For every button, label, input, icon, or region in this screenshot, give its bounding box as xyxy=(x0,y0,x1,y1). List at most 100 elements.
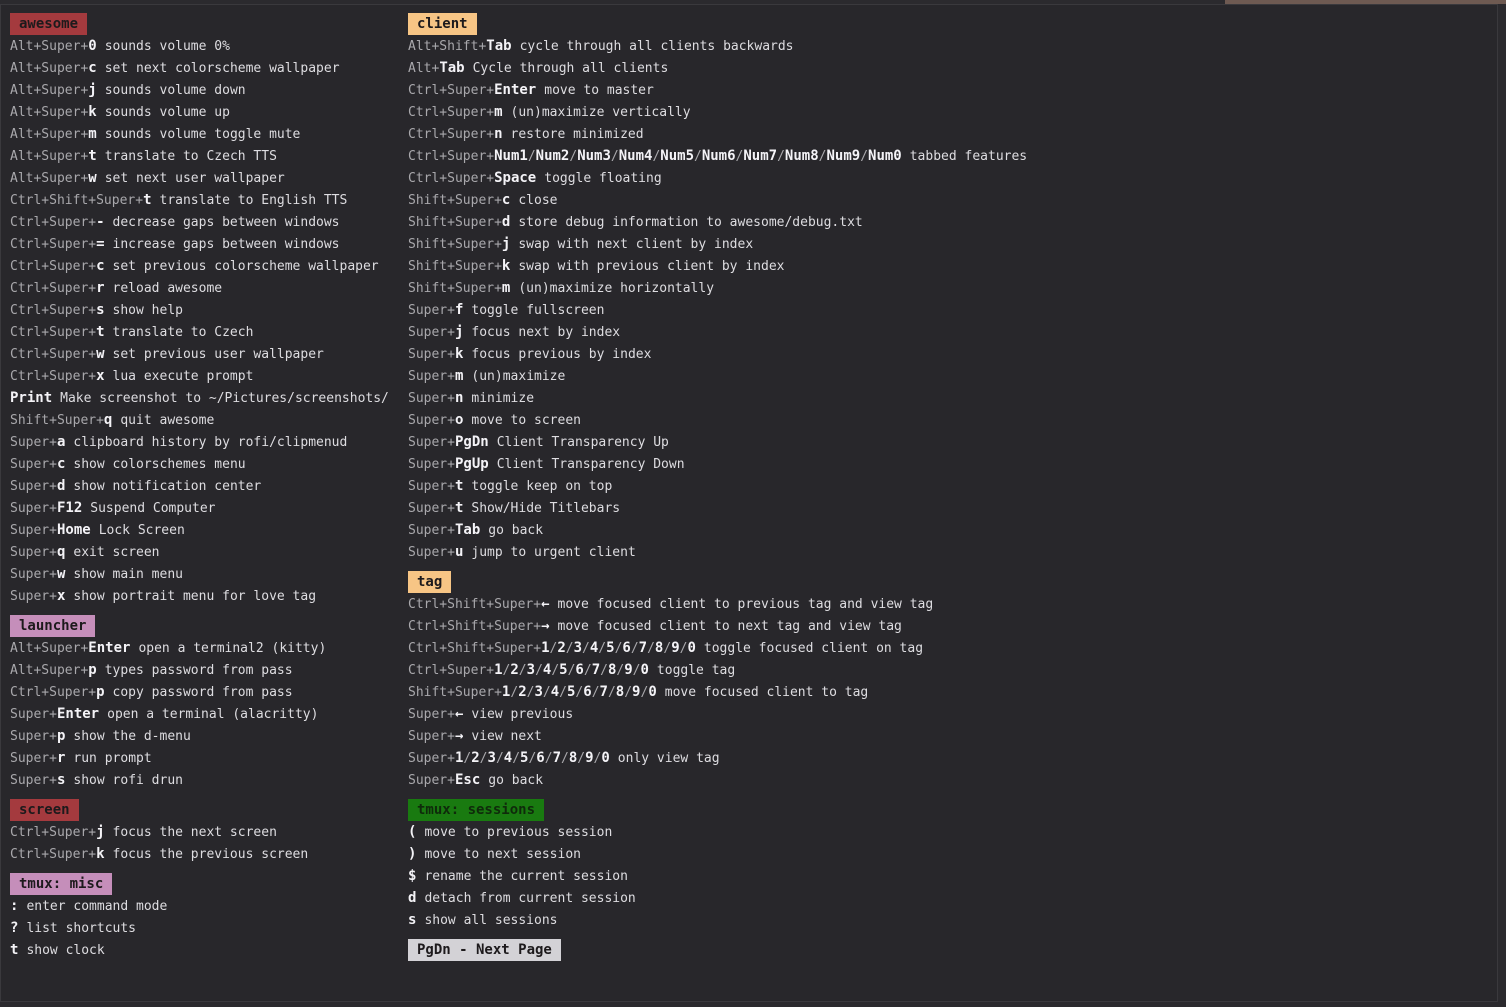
hotkey-row: Super+F12 Suspend Computer xyxy=(10,497,405,519)
key-separator: / xyxy=(694,149,702,164)
hotkey-combo: ) xyxy=(408,846,416,862)
hotkey-description: Cycle through all clients xyxy=(472,61,669,76)
key-separator: / xyxy=(577,751,586,766)
hotkey-description: run prompt xyxy=(73,751,152,766)
key-separator: / xyxy=(607,685,616,700)
hotkey-description: set next colorscheme wallpaper xyxy=(104,61,340,76)
key-name: 3 xyxy=(487,750,496,766)
hotkey-row: Super+PgUp Client Transparency Down xyxy=(408,453,1493,475)
hotkey-description: focus previous by index xyxy=(471,347,652,362)
key-name: a xyxy=(56,434,66,450)
modifier-keys: Shift+Super+ xyxy=(408,281,502,296)
hotkey-combo: Alt+Super+Enter xyxy=(10,640,130,656)
key-name: k xyxy=(454,346,464,362)
key-separator: / xyxy=(565,641,574,656)
hotkey-description: show all sessions xyxy=(424,913,558,928)
hotkey-combo: Super+Home xyxy=(10,522,91,538)
modifier-keys: Ctrl+Super+ xyxy=(10,259,97,274)
hotkey-description: reload awesome xyxy=(112,281,223,296)
hotkey-row: t show clock xyxy=(10,939,405,961)
key-separator: / xyxy=(569,149,578,164)
hotkey-description: focus the next screen xyxy=(112,825,277,840)
hotkey-description: move to next session xyxy=(424,847,581,862)
hotkey-row: Ctrl+Super+Num1/Num2/Num3/Num4/Num5/Num6… xyxy=(408,145,1493,167)
key-separator: / xyxy=(624,685,633,700)
key-name: 7 xyxy=(638,640,648,656)
modifier-keys: Ctrl+Super+ xyxy=(408,83,495,98)
modifier-keys: Super+ xyxy=(408,523,455,538)
hotkey-row: Alt+Super+Enter open a terminal2 (kitty) xyxy=(10,637,405,659)
key-name: w xyxy=(96,346,105,362)
key-separator: / xyxy=(777,149,785,164)
key-name: x xyxy=(96,368,105,384)
hotkey-description: show the d-menu xyxy=(73,729,191,744)
modifier-keys: Super+ xyxy=(408,545,455,560)
key-name: k xyxy=(96,846,105,862)
hotkey-combo: $ xyxy=(408,868,416,884)
key-name: 0 xyxy=(640,662,649,678)
hotkey-row: Ctrl+Shift+Super+t translate to English T… xyxy=(10,189,405,211)
key-name: 4 xyxy=(503,750,513,766)
hotkey-combo: Super+w xyxy=(10,566,65,582)
group-launcher: launcher Alt+Super+Enter open a terminal2 … xyxy=(10,615,405,791)
modifier-keys: Ctrl+Super+ xyxy=(10,215,97,230)
key-separator: / xyxy=(527,149,536,164)
hotkey-row: Ctrl+Super+j focus the next screen xyxy=(10,821,405,843)
hotkey-combo: Ctrl+Shift+Super+t xyxy=(10,192,152,208)
hotkey-row: Alt+Super+t translate to Czech TTS xyxy=(10,145,405,167)
key-name: k xyxy=(88,104,97,120)
hotkey-description: restore minimized xyxy=(510,127,644,142)
hotkey-description: close xyxy=(518,193,558,208)
hotkey-row: Alt+Super+m sounds volume toggle mute xyxy=(10,123,405,145)
hotkey-combo: Super+t xyxy=(408,478,463,494)
modifier-keys: Alt+Super+ xyxy=(10,641,89,656)
hotkey-row: Alt+Super+0 sounds volume 0% xyxy=(10,35,405,57)
hotkey-row: Super+x show portrait menu for love tag xyxy=(10,585,405,607)
next-page-hint[interactable]: PgDn - Next Page xyxy=(408,939,561,961)
key-name: Esc xyxy=(454,772,481,788)
modifier-keys: Ctrl+Super+ xyxy=(408,127,495,142)
modifier-keys: Ctrl+Super+ xyxy=(408,105,495,120)
hotkey-row: Ctrl+Super+s show help xyxy=(10,299,405,321)
hotkey-combo: Super+o xyxy=(408,412,463,428)
key-name: m xyxy=(454,368,464,384)
hotkey-row: Ctrl+Super+x lua execute prompt xyxy=(10,365,405,387)
hotkey-combo: Alt+Super+k xyxy=(10,104,97,120)
hotkey-row: Ctrl+Shift+Super+← move focused client to… xyxy=(408,593,1493,615)
hotkey-row: Super+← view previous xyxy=(408,703,1493,725)
hotkey-combo: Super+d xyxy=(10,478,65,494)
hotkey-description: cycle through all clients backwards xyxy=(519,39,794,54)
hotkey-combo: Shift+Super+c xyxy=(408,192,510,208)
hotkey-row: s show all sessions xyxy=(408,909,1493,931)
hotkey-description: sounds volume up xyxy=(104,105,230,120)
hotkey-description: view previous xyxy=(471,707,574,722)
hotkey-row: Ctrl+Super+k focus the previous screen xyxy=(10,843,405,865)
key-name: 3 xyxy=(526,662,536,678)
key-name: 4 xyxy=(550,684,560,700)
key-name: Num7 xyxy=(743,148,778,164)
hotkey-combo: ? xyxy=(10,920,18,936)
key-name: 1 xyxy=(541,640,550,656)
key-name: ← xyxy=(454,706,464,722)
hotkey-description: move to screen xyxy=(471,413,581,428)
hotkey-description: detach from current session xyxy=(424,891,636,906)
modifier-keys: Super+ xyxy=(10,589,57,604)
hotkey-row: Ctrl+Shift+Super+1/2/3/4/5/6/7/8/9/0 togg… xyxy=(408,637,1493,659)
key-separator: / xyxy=(561,751,569,766)
group-tmux-misc: tmux: misc: enter command mode? list short… xyxy=(10,873,405,961)
hotkey-description: move focused client to previous tag and … xyxy=(557,597,934,612)
modifier-keys: Ctrl+Shift+Super+ xyxy=(10,193,144,208)
key-name: 6 xyxy=(583,684,592,700)
hotkey-description: rename the current session xyxy=(424,869,628,884)
hotkey-combo: Ctrl+Super+m xyxy=(408,104,503,120)
hotkey-combo: Alt+Tab xyxy=(408,60,465,76)
modifier-keys: Super+ xyxy=(408,325,455,340)
key-name: f xyxy=(454,302,464,318)
modifier-keys: Super+ xyxy=(408,347,455,362)
key-name: 8 xyxy=(615,684,625,700)
hotkey-combo: Super+s xyxy=(10,772,65,788)
modifier-keys: Super+ xyxy=(408,369,455,384)
